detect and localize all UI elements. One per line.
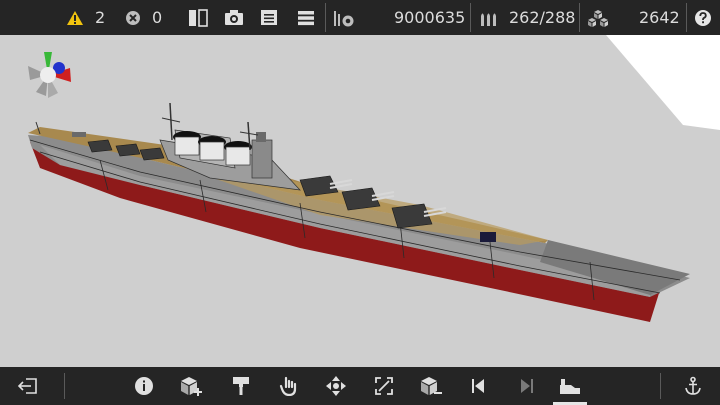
- separator: [325, 3, 326, 32]
- next-button[interactable]: [509, 367, 543, 405]
- hand-icon: [279, 376, 297, 396]
- 3d-viewport[interactable]: [0, 35, 720, 367]
- factory-button[interactable]: [553, 367, 587, 405]
- separator: [470, 3, 471, 32]
- move-icon: [326, 376, 346, 396]
- separator: [686, 3, 687, 32]
- separator: [579, 3, 580, 32]
- help-button[interactable]: [694, 0, 712, 35]
- split-view-icon: [189, 8, 208, 27]
- orientation-gizmo[interactable]: [28, 52, 71, 98]
- previous-icon: [472, 379, 484, 393]
- ammo-indicator[interactable]: [479, 0, 499, 35]
- exit-icon: [17, 378, 37, 394]
- previous-button[interactable]: [462, 367, 496, 405]
- factory-icon: [560, 379, 580, 394]
- battleship-model[interactable]: [28, 102, 690, 322]
- move-button[interactable]: [319, 367, 353, 405]
- gauge-icon: [334, 10, 354, 26]
- paint-button[interactable]: [224, 367, 258, 405]
- scale-icon: [375, 377, 393, 395]
- warnings-indicator[interactable]: [66, 0, 84, 35]
- document-icon: [261, 10, 277, 25]
- info-icon: [135, 377, 153, 395]
- parts-indicator[interactable]: [587, 0, 609, 35]
- split-view-button[interactable]: [188, 0, 208, 35]
- hand-button[interactable]: [272, 367, 306, 405]
- anchor-icon: [685, 376, 701, 395]
- anchor-button[interactable]: [676, 367, 710, 405]
- exit-button[interactable]: [10, 367, 44, 405]
- info-button[interactable]: [127, 367, 161, 405]
- remove-part-button[interactable]: [414, 367, 448, 405]
- ammo-icon: [481, 13, 496, 26]
- warning-count: 2: [95, 8, 106, 27]
- scale-button[interactable]: [367, 367, 401, 405]
- parts-icon: [588, 9, 608, 27]
- separator: [660, 373, 661, 399]
- top-toolbar: 2 0 9000635 262/288 2642: [0, 0, 720, 35]
- error-icon: [126, 10, 140, 25]
- background-plane: [606, 35, 720, 130]
- bottom-toolbar: [0, 367, 720, 405]
- add-part-button[interactable]: [174, 367, 208, 405]
- menu-button[interactable]: [297, 0, 315, 35]
- menu-icon: [298, 10, 314, 25]
- camera-icon: [225, 10, 243, 25]
- ship-scene: [28, 35, 720, 322]
- warning-icon: [67, 10, 83, 25]
- errors-indicator[interactable]: [125, 0, 141, 35]
- tonnage-indicator[interactable]: [333, 0, 355, 35]
- add-part-icon: [181, 377, 202, 396]
- document-button[interactable]: [260, 0, 278, 35]
- camera-button[interactable]: [224, 0, 244, 35]
- separator: [64, 373, 65, 399]
- help-icon: [695, 9, 711, 26]
- ammo-value: 262/288: [509, 8, 576, 27]
- paint-icon: [233, 377, 249, 395]
- parts-value: 2642: [639, 8, 680, 27]
- remove-part-icon: [421, 377, 442, 395]
- tonnage-value: 9000635: [394, 8, 466, 27]
- next-icon: [521, 379, 533, 393]
- error-count: 0: [152, 8, 163, 27]
